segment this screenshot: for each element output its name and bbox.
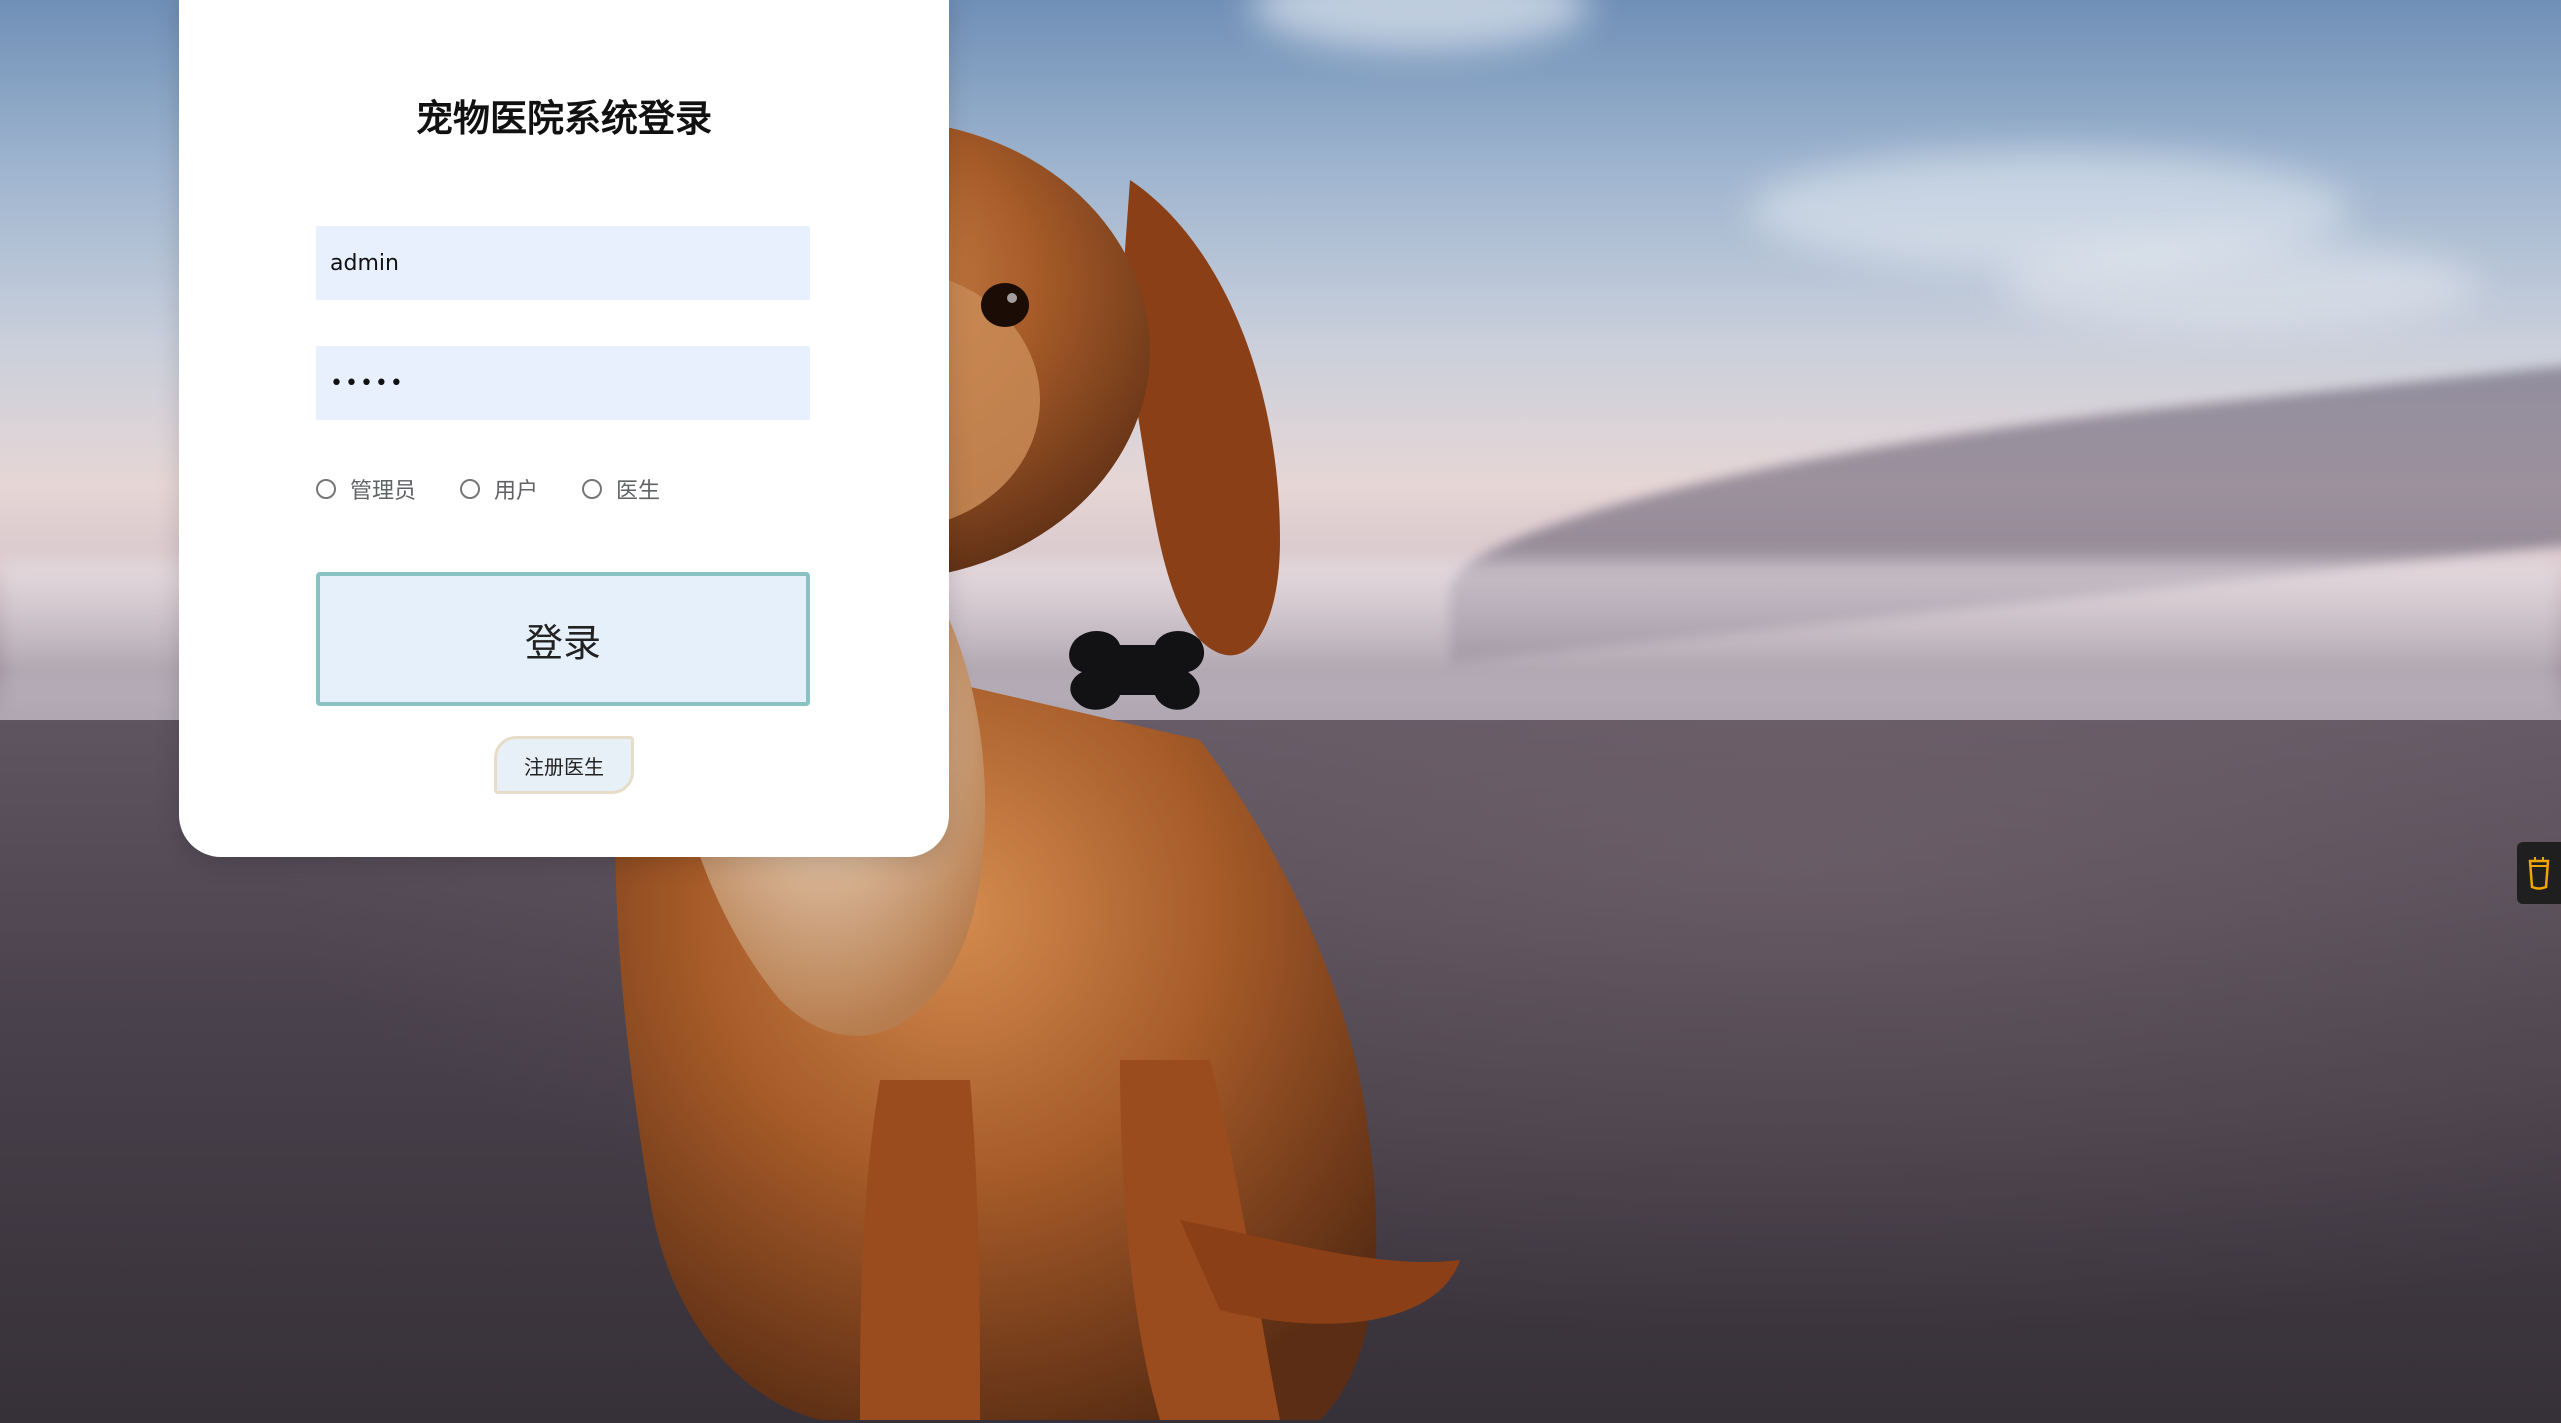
glass-cup-icon <box>2528 857 2550 890</box>
cloud <box>2000 240 2480 330</box>
cloud <box>1250 0 1590 50</box>
side-widget[interactable] <box>2517 842 2561 904</box>
login-title: 宠物医院系统登录 <box>416 97 712 140</box>
role-option-doctor[interactable]: 医生 <box>582 473 660 505</box>
role-label-admin: 管理员 <box>350 479 417 504</box>
role-option-admin[interactable]: 管理员 <box>316 473 416 505</box>
role-radio-group: 管理员 用户 医生 <box>316 474 704 504</box>
login-card: 宠物医院系统登录 管理员 用户 医生 登录 注册医生 <box>179 0 949 857</box>
username-input[interactable] <box>316 226 810 300</box>
radio-admin[interactable] <box>316 479 336 499</box>
role-option-user[interactable]: 用户 <box>460 473 538 505</box>
password-input[interactable] <box>316 346 810 420</box>
role-label-doctor: 医生 <box>616 479 661 504</box>
radio-user[interactable] <box>460 479 481 499</box>
login-button[interactable]: 登录 <box>316 572 810 706</box>
role-label-user: 用户 <box>494 479 539 504</box>
register-doctor-button[interactable]: 注册医生 <box>494 736 634 794</box>
radio-doctor[interactable] <box>582 479 603 499</box>
